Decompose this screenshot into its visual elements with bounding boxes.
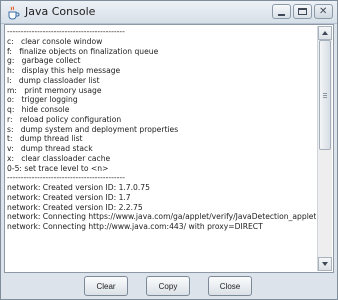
- console-line: network: Connecting http://www.java.com:…: [7, 222, 263, 231]
- console-line: ----------------------------------------…: [7, 27, 125, 36]
- console-line: f: finalize objects on finalization queu…: [7, 46, 159, 56]
- window-title: Java Console: [25, 5, 96, 18]
- chevron-down-icon: [322, 262, 328, 266]
- close-button[interactable]: Close: [208, 276, 252, 296]
- console-line: t: dump thread list: [7, 134, 83, 144]
- console-line: h: display this help message: [7, 66, 121, 75]
- console-line: r: reload policy configuration: [7, 114, 122, 124]
- window-controls: ✕: [272, 4, 333, 20]
- vertical-scrollbar[interactable]: [317, 26, 332, 271]
- scroll-thumb[interactable]: [319, 40, 331, 150]
- console-panel: ----------------------------------------…: [4, 24, 334, 273]
- copy-button[interactable]: Copy: [146, 276, 190, 296]
- console-line: 0-5: set trace level to <n>: [7, 163, 109, 173]
- scroll-down-button[interactable]: [318, 257, 332, 271]
- console-line: q: hide console: [7, 105, 70, 114]
- close-window-button[interactable]: ✕: [314, 4, 333, 19]
- scroll-up-button[interactable]: [318, 26, 332, 40]
- console-line: s: dump system and deployment properties: [7, 124, 179, 134]
- console-line: x: clear classloader cache: [7, 153, 111, 163]
- grip-line: [323, 97, 327, 98]
- title-bar[interactable]: Java Console ✕: [1, 1, 337, 24]
- minimize-icon: [278, 14, 285, 16]
- console-line: network: Created version ID: 1.7: [7, 192, 131, 202]
- console-line: network: Connecting https://www.java.com…: [7, 212, 316, 222]
- console-line: o: trigger logging: [7, 95, 78, 105]
- maximize-icon: [298, 8, 307, 15]
- console-output[interactable]: ----------------------------------------…: [7, 27, 316, 270]
- console-line: network: Created version ID: 1.7.0.75: [7, 183, 150, 192]
- button-row: Clear Copy Close: [1, 276, 337, 298]
- clear-button[interactable]: Clear: [84, 276, 128, 296]
- minimize-button[interactable]: [272, 4, 291, 19]
- console-line: network: Created version ID: 2.2.75: [7, 202, 143, 212]
- maximize-button[interactable]: [293, 4, 312, 19]
- close-icon: ✕: [319, 6, 328, 17]
- console-line: c: clear console window: [7, 36, 103, 46]
- console-line: g: garbage collect: [7, 56, 81, 66]
- chevron-up-icon: [322, 31, 328, 35]
- java-console-window: Java Console ✕ -------------------------…: [0, 0, 338, 300]
- console-line: ----------------------------------------…: [7, 173, 125, 183]
- console-line: v: dump thread stack: [7, 144, 93, 153]
- grip-line: [323, 93, 327, 94]
- java-cup-icon: [6, 5, 20, 20]
- console-line: m: print memory usage: [7, 85, 102, 95]
- console-line: l: dump classloader list: [7, 75, 100, 85]
- grip-line: [323, 95, 327, 96]
